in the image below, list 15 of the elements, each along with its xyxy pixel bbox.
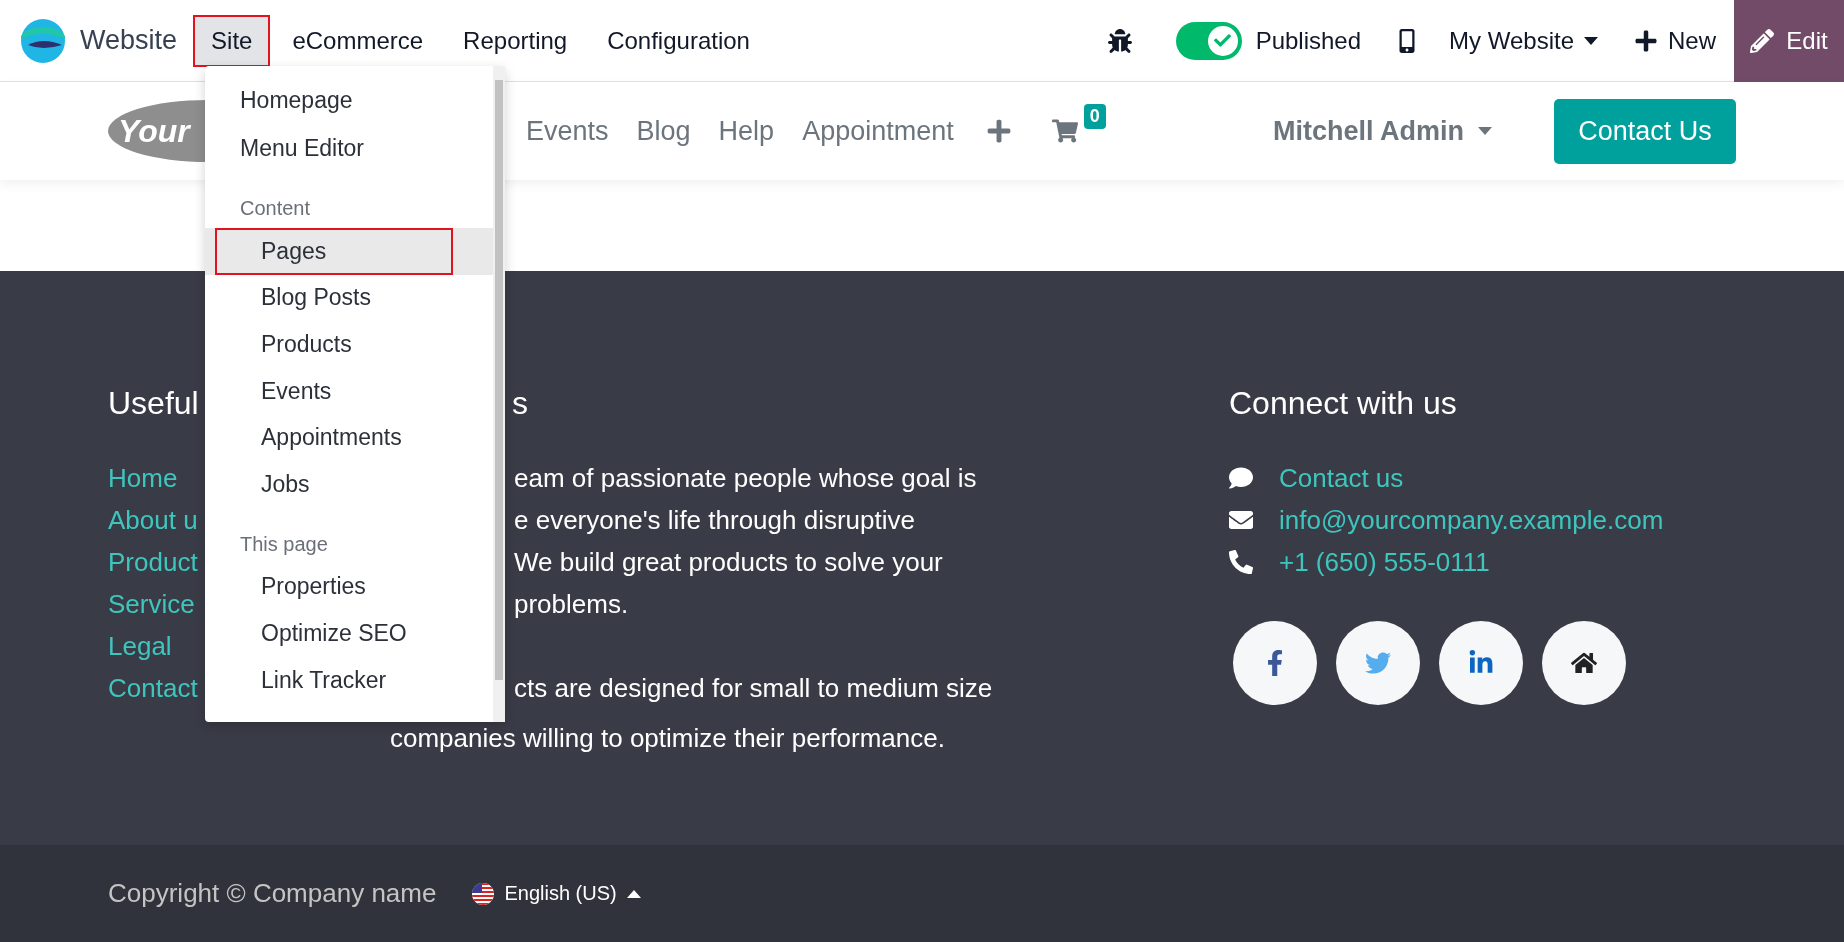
cart-count-badge: 0 <box>1083 104 1106 129</box>
footer-heading: Connect with us <box>1229 384 1457 423</box>
about-text: eam of passionate people whose goal is <box>514 462 977 495</box>
about-text: problems. <box>514 588 629 621</box>
about-text: cts are designed for small to medium size <box>514 672 993 705</box>
published-label: Published <box>1255 26 1362 55</box>
about-text: We build great products to solve your <box>514 546 943 579</box>
footer-heading: Useful <box>108 384 199 423</box>
menu-section-heading: Content <box>239 196 311 221</box>
app-name: Website <box>80 25 178 56</box>
menu-section-heading: This page <box>239 531 328 557</box>
footer-heading: s <box>512 384 528 423</box>
copyright-text: Copyright © Company name <box>108 878 437 909</box>
about-text: companies willing to optimize their performance. <box>390 722 945 755</box>
about-text: e everyone's life through disruptive <box>514 504 915 537</box>
